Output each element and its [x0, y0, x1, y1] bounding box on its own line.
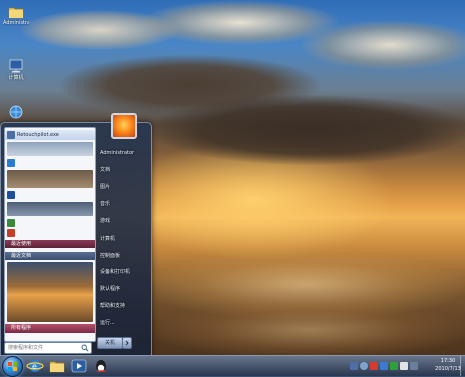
desktop-icon-admin-folder[interactable]: Administra...	[3, 4, 29, 26]
place-pictures[interactable]: 图片	[100, 183, 110, 190]
program-icon	[7, 229, 15, 237]
explorer-icon[interactable]	[48, 358, 66, 374]
program-icon	[7, 131, 15, 139]
place-user-name[interactable]: Administrator	[100, 150, 134, 156]
computer-icon	[9, 59, 23, 73]
chevron-right-icon	[125, 340, 129, 346]
place-help-support[interactable]: 帮助和支持	[100, 302, 125, 309]
network-icon	[9, 105, 23, 119]
qq-icon[interactable]	[92, 358, 110, 374]
wallpaper-cloud	[150, 300, 465, 360]
wallpaper-cloud	[300, 20, 465, 70]
tray-network-icon[interactable]	[350, 362, 358, 370]
taskbar-clock[interactable]: 17:30 2010/7/13	[433, 357, 463, 373]
folder-icon	[8, 7, 24, 19]
start-search-input[interactable]: 搜索程序和文件	[8, 343, 43, 353]
start-menu-programs-pane: Retouchpilot.exe 最近使用 最近文档 所有程序	[4, 127, 96, 342]
program-thumbnail[interactable]	[7, 202, 93, 216]
program-label: Retouchpilot.exe	[17, 132, 59, 138]
program-item-retouchpilot[interactable]: Retouchpilot.exe	[5, 130, 95, 140]
clock-date: 2010/7/13	[435, 366, 461, 372]
place-devices-printers[interactable]: 设备和打印机	[100, 268, 130, 275]
start-search-box[interactable]: 搜索程序和文件	[4, 342, 92, 354]
tray-app-icon[interactable]	[390, 362, 398, 370]
place-documents[interactable]: 文档	[100, 166, 110, 173]
shutdown-options-button[interactable]	[122, 337, 132, 349]
system-tray	[350, 360, 420, 372]
place-games[interactable]: 游戏	[100, 217, 110, 224]
start-button[interactable]	[2, 356, 23, 377]
tray-app-icon[interactable]	[380, 362, 388, 370]
all-programs-button[interactable]: 所有程序	[5, 324, 95, 333]
program-icon	[7, 191, 15, 199]
wallpaper-preview-thumbnail[interactable]	[7, 262, 93, 322]
show-desktop-button[interactable]	[460, 356, 465, 376]
recent-section-header: 最近使用	[5, 240, 95, 248]
search-icon	[81, 344, 89, 352]
place-default-programs[interactable]: 默认程序	[100, 285, 120, 292]
program-item[interactable]	[5, 218, 95, 228]
program-item[interactable]	[5, 190, 95, 200]
wallpaper-cloud	[150, 95, 465, 165]
media-player-icon[interactable]	[70, 358, 88, 374]
ie-icon[interactable]: e	[26, 358, 44, 374]
program-thumbnail[interactable]	[7, 142, 93, 156]
clock-time: 17:30	[440, 358, 456, 364]
tray-flag-icon[interactable]	[400, 362, 408, 370]
start-menu: Retouchpilot.exe 最近使用 最近文档 所有程序 搜索程序和文件	[0, 113, 152, 356]
program-thumbnail[interactable]	[7, 170, 93, 188]
program-icon	[7, 219, 15, 227]
svg-text:e: e	[32, 362, 37, 371]
tray-app-icon[interactable]	[410, 362, 418, 370]
program-icon	[7, 159, 15, 167]
recent-docs-section-header: 最近文档	[5, 252, 95, 260]
desktop-icon-label: Administra...	[3, 20, 29, 26]
place-computer[interactable]: 计算机	[100, 235, 115, 242]
desktop-icon-label: 计算机	[8, 75, 24, 81]
desktop-icon-computer[interactable]: 计算机	[3, 58, 29, 81]
desktop-icon-network[interactable]	[3, 104, 29, 120]
program-item[interactable]	[5, 228, 95, 238]
tray-app-icon[interactable]	[370, 362, 378, 370]
user-picture[interactable]	[111, 113, 137, 139]
windows-logo-icon	[8, 362, 17, 371]
shutdown-button[interactable]: 关机	[97, 337, 123, 349]
taskbar: e 17:30 2010/7/13	[0, 355, 465, 377]
place-music[interactable]: 音乐	[100, 200, 110, 207]
program-item[interactable]	[5, 158, 95, 168]
place-control-panel[interactable]: 控制面板	[100, 252, 120, 259]
tray-volume-icon[interactable]	[360, 362, 368, 370]
place-run[interactable]: 运行...	[100, 319, 115, 326]
